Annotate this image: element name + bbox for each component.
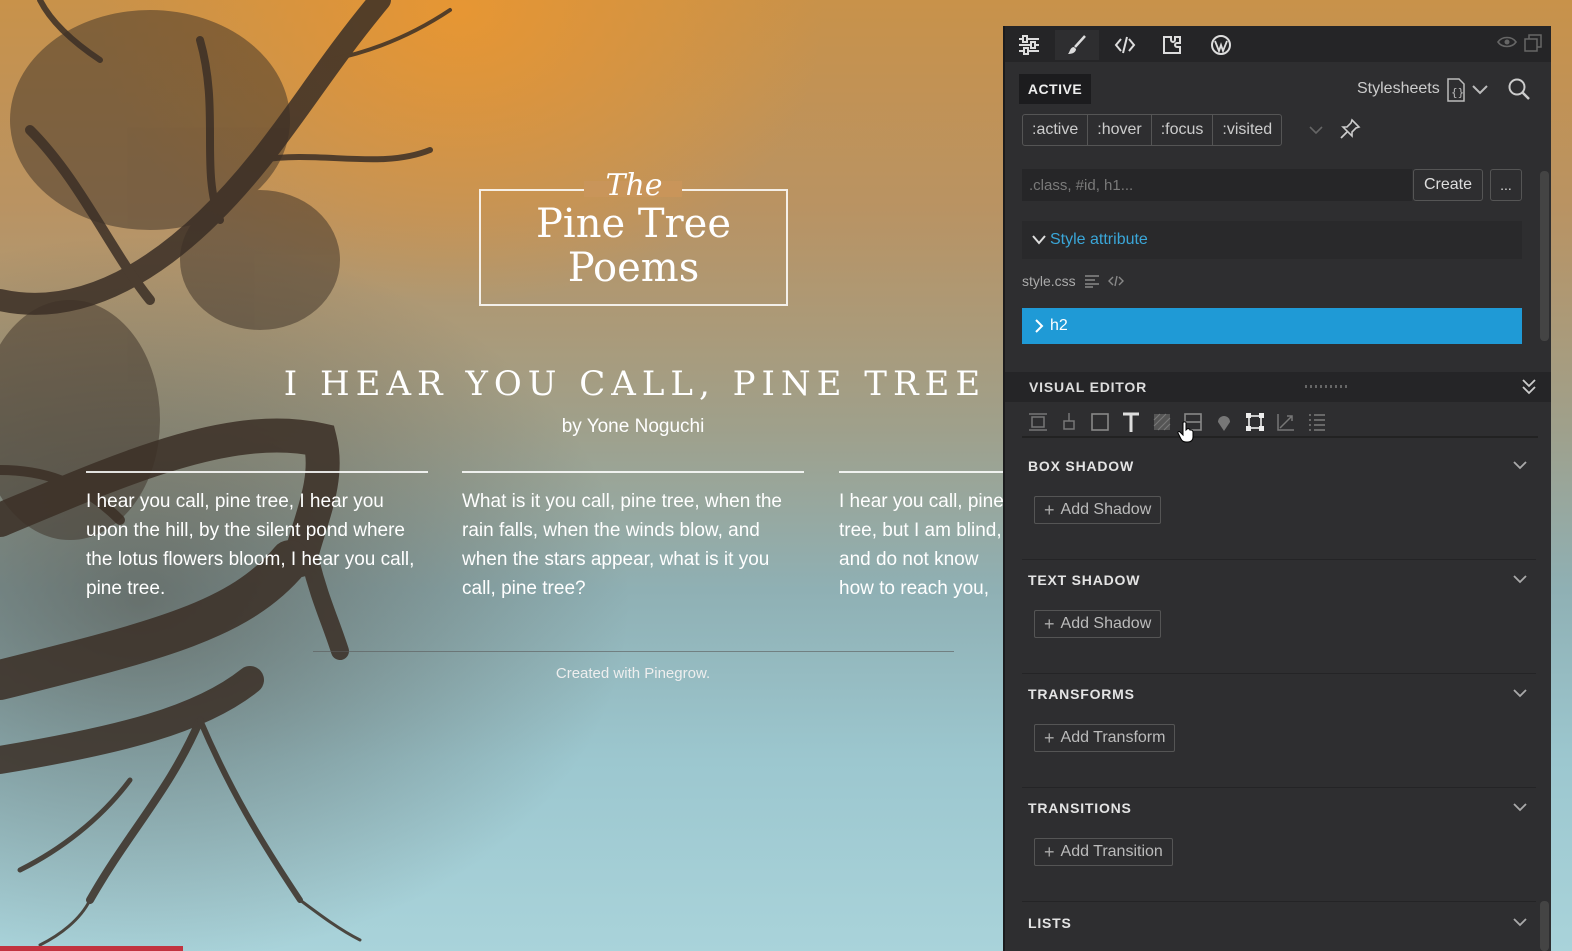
pseudo-active-toggle[interactable]: :active xyxy=(1023,115,1089,145)
svg-text:{}: {} xyxy=(1451,86,1464,99)
section-box-shadow-header[interactable]: BOX SHADOW xyxy=(1022,446,1536,486)
add-transform-button[interactable]: + Add Transform xyxy=(1034,724,1176,752)
pin-icon[interactable] xyxy=(1339,118,1361,145)
list-icon[interactable] xyxy=(1084,274,1100,288)
add-button-label: Add Shadow xyxy=(1060,615,1152,632)
section-lists: LISTS xyxy=(1022,903,1536,951)
brush-icon[interactable] xyxy=(1055,30,1099,60)
section-divider xyxy=(1022,901,1536,902)
stylesheets-dropdown[interactable]: Stylesheets xyxy=(1357,80,1440,98)
section-title: LISTS xyxy=(1028,915,1072,931)
tab-active[interactable]: ACTIVE xyxy=(1019,74,1091,104)
section-lists-header[interactable]: LISTS xyxy=(1022,903,1536,943)
section-text-shadow-header[interactable]: TEXT SHADOW xyxy=(1022,560,1536,600)
pseudo-visited-toggle[interactable]: :visited xyxy=(1213,115,1281,145)
marker-icon[interactable] xyxy=(1208,408,1239,436)
chevron-down-icon[interactable] xyxy=(1308,122,1324,140)
add-text-shadow-button[interactable]: + Add Shadow xyxy=(1034,610,1162,638)
logo-title-line1: Pine Tree xyxy=(536,201,731,247)
code-icon[interactable] xyxy=(1103,30,1147,60)
plus-icon: + xyxy=(1044,613,1055,634)
footer-credit: Created with Pinegrow. xyxy=(555,665,711,682)
selector-input[interactable] xyxy=(1022,169,1412,201)
stanza-3: I hear you call, pine tree, but I am bli… xyxy=(839,471,1005,601)
text-icon[interactable] xyxy=(1115,408,1146,436)
resize-handle[interactable] xyxy=(1305,385,1349,388)
position-icon[interactable] xyxy=(1053,408,1084,436)
panel-toolbar xyxy=(1005,26,1551,62)
poem-author: by Yone Noguchi xyxy=(561,416,705,437)
stanza-2: What is it you call, pine tree, when the… xyxy=(462,471,804,603)
chevron-right-icon xyxy=(1035,319,1044,333)
stylesheet-file-icon[interactable]: {} xyxy=(1446,78,1466,107)
style-attribute-label: Style attribute xyxy=(1050,231,1148,248)
chevron-down-icon[interactable] xyxy=(1471,83,1489,101)
stylesheet-file-name[interactable]: style.css xyxy=(1022,273,1076,289)
progress-bar xyxy=(0,946,183,951)
add-button-label: Add Shadow xyxy=(1060,501,1152,518)
add-button-label: Add Transition xyxy=(1060,843,1163,860)
poem-title[interactable]: I HEAR YOU CALL, PINE TREE xyxy=(250,364,1020,404)
css-rule-h2[interactable]: h2 xyxy=(1022,308,1522,344)
transform-box-icon[interactable] xyxy=(1239,408,1270,436)
plus-icon: + xyxy=(1044,727,1055,748)
visual-editor-divider xyxy=(1022,436,1538,438)
stanza-1: I hear you call, pine tree, I hear you u… xyxy=(86,471,428,603)
footer-divider xyxy=(313,651,954,652)
section-title: TRANSFORMS xyxy=(1028,686,1135,702)
chevron-down-icon xyxy=(1513,461,1527,470)
section-transitions: TRANSITIONS + Add Transition xyxy=(1022,788,1536,902)
logo-the-text: The xyxy=(605,168,663,203)
add-transition-button[interactable]: + Add Transition xyxy=(1034,838,1173,866)
plus-icon: + xyxy=(1044,841,1055,862)
visual-editor-scrollbar[interactable] xyxy=(1540,901,1549,951)
plugin-icon[interactable] xyxy=(1151,30,1195,60)
section-transforms: TRANSFORMS + Add Transform xyxy=(1022,674,1536,788)
logo-title-line2: Poems xyxy=(567,245,700,291)
section-transforms-header[interactable]: TRANSFORMS xyxy=(1022,674,1536,714)
transition-icon[interactable] xyxy=(1270,408,1301,436)
visual-editor-label: VISUAL EDITOR xyxy=(1029,379,1148,395)
chevron-down-icon xyxy=(1513,575,1527,584)
create-rule-button[interactable]: Create xyxy=(1413,169,1483,201)
pseudo-focus-toggle[interactable]: :focus xyxy=(1152,115,1214,145)
box-model-icon[interactable] xyxy=(1084,408,1115,436)
section-box-shadow: BOX SHADOW + Add Shadow xyxy=(1022,446,1536,560)
add-button-label: Add Transform xyxy=(1060,729,1166,746)
style-attribute-toggle[interactable]: Style attribute xyxy=(1022,221,1522,259)
add-box-shadow-button[interactable]: + Add Shadow xyxy=(1034,496,1162,524)
more-options-button[interactable]: ... xyxy=(1490,169,1522,201)
section-text-shadow: TEXT SHADOW + Add Shadow xyxy=(1022,560,1536,674)
visual-editor-header: VISUAL EDITOR xyxy=(1005,372,1551,402)
background-icon[interactable] xyxy=(1146,408,1177,436)
hand-cursor-icon xyxy=(1177,421,1195,448)
code-icon[interactable] xyxy=(1107,275,1124,287)
section-title: TEXT SHADOW xyxy=(1028,572,1141,588)
undock-icon[interactable] xyxy=(1524,34,1542,57)
chevron-down-icon xyxy=(1513,689,1527,698)
pseudo-class-toggles: :active :hover :focus :visited xyxy=(1022,114,1283,146)
chevron-down-icon xyxy=(1032,235,1046,245)
wordpress-icon[interactable] xyxy=(1199,30,1243,60)
stylesheet-file-row: style.css xyxy=(1022,273,1124,289)
css-editor-panel: ACTIVE Stylesheets {} :active :hover :fo… xyxy=(1003,26,1551,951)
section-title: BOX SHADOW xyxy=(1028,458,1134,474)
chevron-down-icon xyxy=(1513,918,1527,927)
rules-scrollbar[interactable] xyxy=(1540,171,1549,341)
logo-title: Pine Tree Poems xyxy=(479,202,788,290)
list-style-icon[interactable] xyxy=(1301,408,1332,436)
collapse-all-icon[interactable] xyxy=(1521,378,1537,401)
section-title: TRANSITIONS xyxy=(1028,800,1132,816)
plus-icon: + xyxy=(1044,499,1055,520)
search-icon[interactable] xyxy=(1507,77,1531,106)
chevron-down-icon xyxy=(1513,803,1527,812)
sliders-icon[interactable] xyxy=(1007,30,1051,60)
css-rule-selector: h2 xyxy=(1050,317,1068,334)
section-transitions-header[interactable]: TRANSITIONS xyxy=(1022,788,1536,828)
layout-icon[interactable] xyxy=(1022,408,1053,436)
pseudo-hover-toggle[interactable]: :hover xyxy=(1088,115,1152,145)
eye-icon[interactable] xyxy=(1497,35,1517,54)
